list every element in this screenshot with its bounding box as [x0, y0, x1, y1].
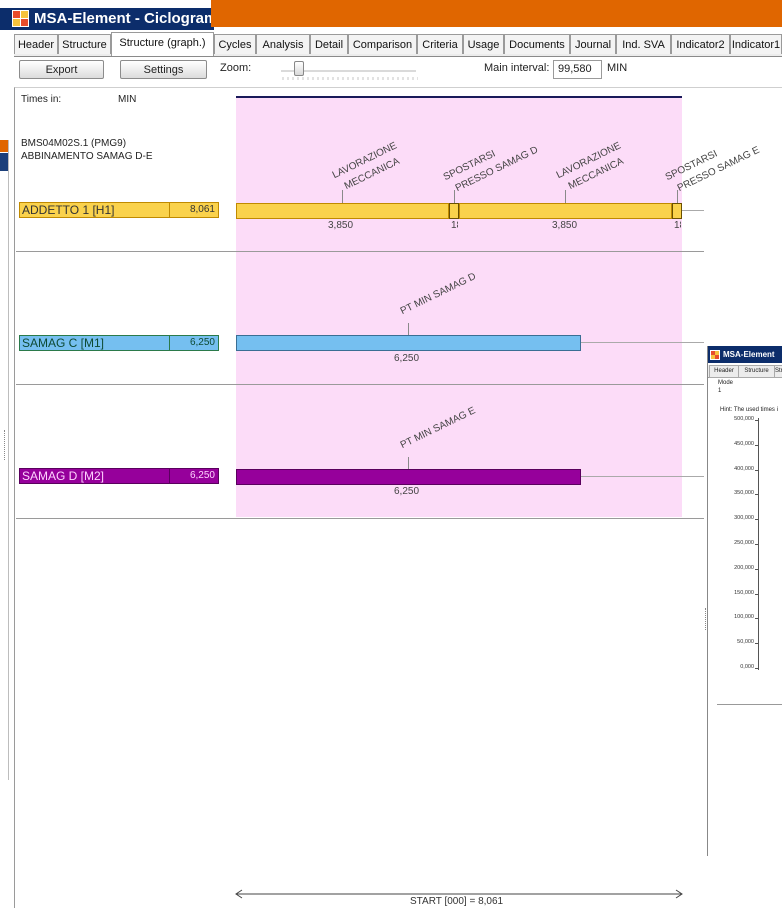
- activity-bar-pt-min-samag-d[interactable]: [236, 335, 581, 351]
- activity-time: 18: [674, 220, 681, 231]
- row-extension-line: [682, 210, 704, 211]
- secondary-window: MSA-Element Header Structure Str Mode 1 …: [707, 346, 782, 856]
- tab-analysis[interactable]: Analysis: [256, 34, 310, 54]
- row-extension-line: [581, 342, 704, 343]
- secondary-window-title: MSA-Element: [723, 350, 775, 359]
- zoom-slider-thumb[interactable]: [293, 61, 304, 76]
- tab-header[interactable]: Header: [14, 34, 58, 54]
- activity-time: 6,250: [394, 486, 420, 497]
- row-separator: [16, 384, 704, 385]
- activity-tick: [565, 190, 566, 203]
- secondary-tab-header[interactable]: Header: [709, 365, 739, 378]
- row-label-addetto-1[interactable]: ADDETTO 1 [H1]: [19, 202, 170, 218]
- tab-bar: Header Structure Structure (graph.) Cycl…: [14, 32, 782, 57]
- row-value-samag-c: 6,250: [169, 335, 219, 351]
- main-interval-unit: MIN: [607, 62, 628, 74]
- times-in-label: Times in:: [21, 94, 62, 105]
- splitter-handle[interactable]: [4, 430, 8, 460]
- activity-tick: [408, 457, 409, 469]
- tab-criteria[interactable]: Criteria: [417, 34, 463, 54]
- app-logo-icon: [710, 350, 720, 360]
- tab-ind-sva[interactable]: Ind. SVA: [616, 34, 671, 54]
- overlay-banner: [211, 0, 782, 27]
- activity-time: 3,850: [552, 220, 578, 231]
- tab-detail[interactable]: Detail: [310, 34, 348, 54]
- activity-bar-spostarsi-d[interactable]: [449, 203, 459, 219]
- activity-tick: [454, 190, 455, 203]
- secondary-hint: Hint: The used times i: [720, 407, 778, 413]
- activity-time: 3,850: [328, 220, 354, 231]
- main-interval-input[interactable]: 99,580: [553, 60, 602, 79]
- secondary-mode-label: Mode: [718, 380, 734, 386]
- secondary-axis-tick-label: 450,000: [734, 440, 754, 447]
- activity-tick: [408, 323, 409, 335]
- background-window-edge: [8, 140, 9, 780]
- activity-time: 18: [451, 220, 458, 231]
- row-separator: [16, 518, 704, 519]
- secondary-axis-tick-label: 150,000: [734, 589, 754, 596]
- tab-indicator1[interactable]: Indicator1: [730, 34, 782, 54]
- tab-indicator2[interactable]: Indicator2: [671, 34, 730, 54]
- secondary-axis-tick-label: 0,000: [740, 664, 754, 670]
- secondary-axis-baseline: [717, 704, 782, 705]
- secondary-axis-tick-label: 350,000: [734, 490, 754, 497]
- tab-structure-graph[interactable]: Structure (graph.): [111, 32, 214, 56]
- times-in-unit: MIN: [118, 94, 137, 105]
- activity-tick: [342, 190, 343, 203]
- row-label-samag-d[interactable]: SAMAG D [M2]: [19, 468, 170, 484]
- secondary-axis-tick-label: 400,000: [734, 465, 754, 472]
- main-interval-label: Main interval:: [484, 62, 550, 74]
- element-description: ABBINAMENTO SAMAG D-E: [21, 151, 153, 162]
- tab-comparison[interactable]: Comparison: [348, 34, 417, 54]
- secondary-axis-tick-label: 250,000: [734, 540, 754, 546]
- start-label: START [000] = 8,061: [410, 896, 504, 907]
- tab-documents[interactable]: Documents: [504, 34, 570, 54]
- tab-usage[interactable]: Usage: [463, 34, 504, 54]
- row-label-samag-c[interactable]: SAMAG C [M1]: [19, 335, 170, 351]
- tab-structure[interactable]: Structure: [58, 34, 111, 54]
- background-window-strip: [0, 153, 8, 171]
- background-window-accent: [0, 140, 8, 152]
- tab-cycles[interactable]: Cycles: [214, 34, 256, 54]
- export-button[interactable]: Export: [19, 60, 104, 79]
- settings-button[interactable]: Settings: [120, 60, 207, 79]
- secondary-tab-bar: Header Structure Str: [708, 365, 782, 378]
- secondary-mode-value: 1: [718, 388, 722, 394]
- secondary-axis-tick-label: 50,000: [737, 639, 754, 646]
- secondary-tab-structure[interactable]: Structure: [738, 365, 775, 378]
- zoom-slider[interactable]: [279, 60, 419, 82]
- secondary-tab-str[interactable]: Str: [774, 365, 782, 378]
- window-title: MSA-Element - Ciclogrami: [34, 10, 222, 27]
- row-separator: [16, 251, 704, 252]
- splitter-handle[interactable]: [705, 608, 709, 630]
- activity-time: 6,250: [394, 353, 420, 364]
- activity-bar-spostarsi-e[interactable]: [672, 203, 682, 219]
- activity-bar-lavorazione-1[interactable]: [236, 203, 449, 219]
- activity-tick: [677, 190, 678, 203]
- secondary-axis-tick-label: 500,000: [734, 416, 754, 422]
- row-extension-line: [581, 476, 704, 477]
- secondary-axis-tick-label: 100,000: [734, 614, 754, 621]
- secondary-axis-tick-label: 300,000: [734, 515, 754, 522]
- zoom-label: Zoom:: [220, 62, 252, 74]
- activity-bar-lavorazione-2[interactable]: [459, 203, 672, 219]
- activity-bar-pt-min-samag-e[interactable]: [236, 469, 581, 485]
- secondary-axis-tick-label: 200,000: [734, 564, 754, 571]
- element-code: BMS04M02S.1 (PMG9): [21, 138, 127, 149]
- row-value-samag-d: 6,250: [169, 468, 219, 484]
- row-value-addetto-1: 8,061: [169, 202, 219, 218]
- secondary-axis-line: [758, 418, 759, 670]
- tab-journal[interactable]: Journal: [570, 34, 616, 54]
- secondary-window-titlebar: MSA-Element: [708, 346, 782, 363]
- app-logo-icon: [12, 10, 29, 27]
